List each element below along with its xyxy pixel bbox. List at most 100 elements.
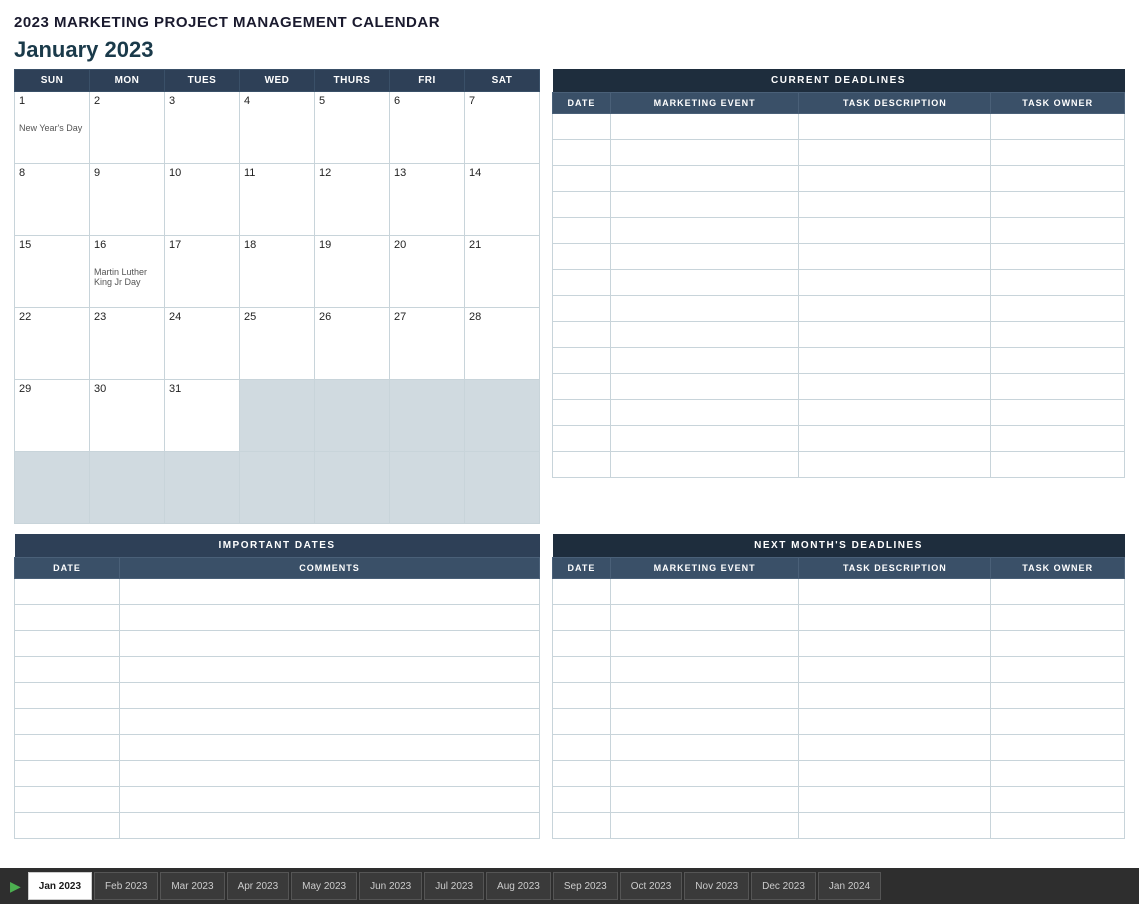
current-deadlines-cell[interactable]: [610, 218, 799, 244]
tab-item[interactable]: Aug 2023: [486, 872, 551, 900]
next-deadlines-cell[interactable]: [553, 787, 611, 813]
current-deadlines-cell[interactable]: [610, 400, 799, 426]
calendar-day-cell[interactable]: 31: [165, 380, 240, 452]
current-deadlines-cell[interactable]: [991, 322, 1125, 348]
calendar-day-cell[interactable]: [90, 452, 165, 524]
next-deadlines-cell[interactable]: [799, 683, 991, 709]
calendar-day-cell[interactable]: 26: [315, 308, 390, 380]
calendar-day-cell[interactable]: 3: [165, 92, 240, 164]
calendar-day-cell[interactable]: 20: [390, 236, 465, 308]
calendar-day-cell[interactable]: 10: [165, 164, 240, 236]
important-dates-cell[interactable]: [15, 605, 120, 631]
current-deadlines-cell[interactable]: [553, 296, 611, 322]
calendar-day-cell[interactable]: 5: [315, 92, 390, 164]
calendar-day-cell[interactable]: 11: [240, 164, 315, 236]
current-deadlines-cell[interactable]: [610, 192, 799, 218]
next-deadlines-cell[interactable]: [991, 813, 1125, 839]
current-deadlines-cell[interactable]: [610, 270, 799, 296]
next-deadlines-cell[interactable]: [610, 631, 799, 657]
next-deadlines-cell[interactable]: [799, 709, 991, 735]
calendar-day-cell[interactable]: 17: [165, 236, 240, 308]
next-deadlines-cell[interactable]: [610, 813, 799, 839]
important-dates-cell[interactable]: [120, 735, 540, 761]
calendar-day-cell[interactable]: 21: [465, 236, 540, 308]
calendar-day-cell[interactable]: [465, 380, 540, 452]
current-deadlines-cell[interactable]: [610, 374, 799, 400]
current-deadlines-cell[interactable]: [610, 452, 799, 478]
next-deadlines-cell[interactable]: [991, 787, 1125, 813]
calendar-day-cell[interactable]: 18: [240, 236, 315, 308]
tab-item[interactable]: Dec 2023: [751, 872, 816, 900]
calendar-day-cell[interactable]: [465, 452, 540, 524]
next-deadlines-cell[interactable]: [553, 813, 611, 839]
calendar-day-cell[interactable]: [15, 452, 90, 524]
current-deadlines-cell[interactable]: [991, 218, 1125, 244]
calendar-day-cell[interactable]: 6: [390, 92, 465, 164]
important-dates-cell[interactable]: [120, 813, 540, 839]
current-deadlines-cell[interactable]: [799, 244, 991, 270]
calendar-day-cell[interactable]: 2: [90, 92, 165, 164]
tab-item[interactable]: Feb 2023: [94, 872, 158, 900]
tab-item[interactable]: Oct 2023: [620, 872, 683, 900]
important-dates-cell[interactable]: [15, 683, 120, 709]
current-deadlines-cell[interactable]: [799, 270, 991, 296]
calendar-day-cell[interactable]: 15: [15, 236, 90, 308]
next-deadlines-cell[interactable]: [991, 735, 1125, 761]
current-deadlines-cell[interactable]: [991, 244, 1125, 270]
calendar-day-cell[interactable]: 16Martin Luther King Jr Day: [90, 236, 165, 308]
tab-item[interactable]: Apr 2023: [227, 872, 290, 900]
next-deadlines-cell[interactable]: [799, 657, 991, 683]
next-deadlines-cell[interactable]: [991, 579, 1125, 605]
current-deadlines-cell[interactable]: [799, 192, 991, 218]
current-deadlines-cell[interactable]: [610, 322, 799, 348]
current-deadlines-cell[interactable]: [610, 166, 799, 192]
calendar-day-cell[interactable]: 22: [15, 308, 90, 380]
current-deadlines-cell[interactable]: [610, 140, 799, 166]
current-deadlines-cell[interactable]: [991, 270, 1125, 296]
important-dates-cell[interactable]: [15, 761, 120, 787]
tab-item[interactable]: Jan 2023: [28, 872, 92, 900]
calendar-day-cell[interactable]: 12: [315, 164, 390, 236]
calendar-day-cell[interactable]: 13: [390, 164, 465, 236]
current-deadlines-cell[interactable]: [799, 218, 991, 244]
current-deadlines-cell[interactable]: [799, 140, 991, 166]
next-deadlines-cell[interactable]: [553, 605, 611, 631]
next-deadlines-cell[interactable]: [610, 761, 799, 787]
next-deadlines-cell[interactable]: [799, 579, 991, 605]
next-deadlines-cell[interactable]: [991, 631, 1125, 657]
calendar-day-cell[interactable]: 9: [90, 164, 165, 236]
current-deadlines-cell[interactable]: [799, 114, 991, 140]
calendar-day-cell[interactable]: 4: [240, 92, 315, 164]
calendar-day-cell[interactable]: [390, 452, 465, 524]
current-deadlines-cell[interactable]: [553, 270, 611, 296]
current-deadlines-cell[interactable]: [553, 348, 611, 374]
current-deadlines-cell[interactable]: [610, 244, 799, 270]
important-dates-cell[interactable]: [120, 579, 540, 605]
current-deadlines-cell[interactable]: [799, 348, 991, 374]
important-dates-cell[interactable]: [15, 787, 120, 813]
current-deadlines-cell[interactable]: [553, 426, 611, 452]
current-deadlines-cell[interactable]: [991, 374, 1125, 400]
calendar-day-cell[interactable]: 8: [15, 164, 90, 236]
next-deadlines-cell[interactable]: [610, 683, 799, 709]
next-deadlines-cell[interactable]: [991, 709, 1125, 735]
next-deadlines-cell[interactable]: [991, 605, 1125, 631]
current-deadlines-cell[interactable]: [991, 192, 1125, 218]
tab-item[interactable]: Mar 2023: [160, 872, 224, 900]
calendar-day-cell[interactable]: 14: [465, 164, 540, 236]
current-deadlines-cell[interactable]: [799, 296, 991, 322]
current-deadlines-cell[interactable]: [991, 114, 1125, 140]
next-deadlines-cell[interactable]: [799, 787, 991, 813]
tab-item[interactable]: May 2023: [291, 872, 357, 900]
next-deadlines-cell[interactable]: [610, 579, 799, 605]
tab-item[interactable]: Jan 2024: [818, 872, 881, 900]
current-deadlines-cell[interactable]: [991, 400, 1125, 426]
important-dates-cell[interactable]: [120, 709, 540, 735]
current-deadlines-cell[interactable]: [553, 114, 611, 140]
current-deadlines-cell[interactable]: [799, 374, 991, 400]
next-deadlines-cell[interactable]: [799, 735, 991, 761]
next-deadlines-cell[interactable]: [553, 709, 611, 735]
current-deadlines-cell[interactable]: [991, 348, 1125, 374]
calendar-day-cell[interactable]: 28: [465, 308, 540, 380]
current-deadlines-cell[interactable]: [553, 400, 611, 426]
